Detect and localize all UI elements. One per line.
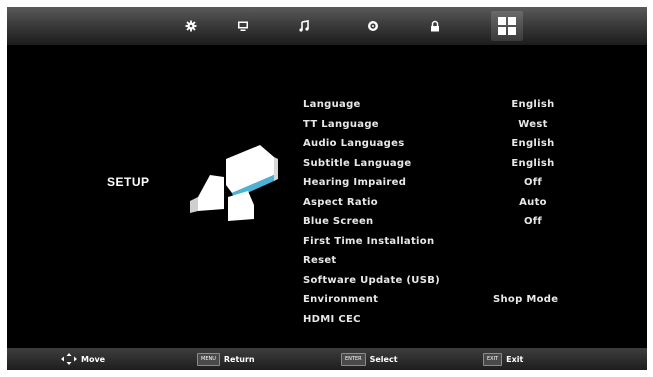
enter-key-icon: ENTER — [341, 352, 366, 366]
menu-item-label: Hearing Impaired — [303, 177, 407, 188]
menu-item-language[interactable]: Language English — [303, 95, 593, 115]
tab-screen[interactable] — [227, 11, 259, 41]
music-note-icon — [299, 20, 309, 32]
menu-item-label: Blue Screen — [303, 216, 374, 227]
page-title: SETUP — [107, 175, 150, 189]
menu-item-label: Audio Languages — [303, 138, 405, 149]
menu-item-value: English — [511, 157, 555, 169]
lock-icon — [431, 20, 439, 32]
menu-item-value: West — [518, 118, 548, 130]
menu-item-subtitle-language[interactable]: Subtitle Language English — [303, 154, 593, 174]
tab-lock[interactable] — [419, 11, 451, 41]
hint-move-label: Move — [81, 354, 106, 364]
tab-setup[interactable] — [491, 11, 523, 41]
menu-item-value: Off — [523, 177, 543, 188]
tab-picture[interactable] — [175, 11, 207, 41]
gear-icon — [185, 20, 197, 32]
menu-item-hdmi-cec[interactable]: HDMI CEC — [303, 310, 593, 330]
menu-item-reset[interactable]: Reset — [303, 251, 593, 271]
key-hint-bar: Move MENU Return ENTER Select EXIT Exit — [7, 348, 647, 370]
menu-item-label: Subtitle Language — [303, 157, 412, 169]
hint-select: ENTER Select — [341, 352, 398, 366]
setup-menu-list: Language English TT Language West Audio … — [303, 95, 593, 329]
hint-return: MENU Return — [197, 352, 255, 366]
menu-item-value: Shop Mode — [493, 294, 559, 305]
hint-return-label: Return — [223, 354, 255, 364]
monitor-icon — [238, 21, 248, 31]
hint-move: Move — [61, 352, 105, 366]
tv-menu-screen: SETUP Language English TT Language West … — [7, 7, 647, 370]
menu-item-hearing-impaired[interactable]: Hearing Impaired Off — [303, 173, 593, 193]
menu-item-label: HDMI CEC — [303, 313, 361, 325]
menu-item-label: Aspect Ratio — [303, 196, 378, 208]
menu-item-label: Software Update (USB) — [303, 274, 440, 286]
menu-item-first-time-installation[interactable]: First Time Installation — [303, 232, 593, 252]
exit-key-icon: EXIT — [483, 352, 503, 366]
hint-exit-label: Exit — [506, 354, 524, 364]
menu-item-label: TT Language — [303, 118, 379, 130]
tab-time[interactable] — [357, 11, 389, 41]
menu-item-software-update[interactable]: Software Update (USB) — [303, 271, 593, 291]
tab-sound[interactable] — [288, 11, 320, 41]
menu-item-audio-languages[interactable]: Audio Languages English — [303, 134, 593, 154]
menu-item-value: Auto — [519, 196, 547, 208]
menu-tab-bar — [7, 7, 647, 45]
menu-item-tt-language[interactable]: TT Language West — [303, 115, 593, 135]
menu-item-value: Off — [523, 216, 543, 227]
menu-item-label: Reset — [303, 255, 337, 266]
menu-item-value: English — [511, 99, 555, 110]
setup-blocks-icon — [190, 145, 278, 221]
hint-exit: EXIT Exit — [483, 352, 523, 366]
menu-item-label: Environment — [303, 294, 379, 305]
menu-item-aspect-ratio[interactable]: Aspect Ratio Auto — [303, 193, 593, 213]
menu-item-label: First Time Installation — [303, 235, 435, 247]
hint-select-label: Select — [369, 354, 398, 364]
menu-item-label: Language — [303, 99, 361, 110]
clock-icon — [368, 21, 378, 31]
menu-item-blue-screen[interactable]: Blue Screen Off — [303, 212, 593, 232]
grid-icon — [498, 17, 516, 35]
menu-item-environment[interactable]: Environment Shop Mode — [303, 290, 593, 310]
menu-item-value: English — [511, 138, 555, 149]
move-arrows-icon — [61, 353, 77, 365]
menu-key-icon: MENU — [197, 352, 220, 366]
